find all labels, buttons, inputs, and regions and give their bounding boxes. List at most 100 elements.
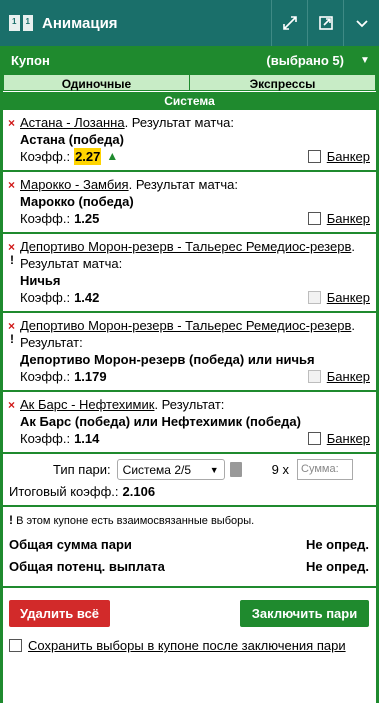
total-stake-label: Общая сумма пари	[9, 536, 132, 552]
expand-icon	[282, 16, 297, 30]
odds-value: 2.27	[74, 148, 102, 165]
selection-description: Ак Барс - Нефтехимик. Результат:	[20, 396, 370, 413]
banker-checkbox[interactable]	[307, 150, 321, 163]
total-stake-row: Общая сумма пари Не опред.	[9, 533, 369, 555]
place-bet-button[interactable]: Заключить пари	[240, 600, 369, 627]
selection-pick: Астана (победа)	[20, 132, 124, 147]
window-titlebar: 11 Анимация	[0, 0, 379, 46]
related-warning-icon: !	[10, 332, 14, 346]
banker-option[interactable]: Банкер	[307, 210, 370, 227]
banker-checkbox[interactable]	[307, 432, 321, 445]
selection-pick: Депортиво Морон-резерв (победа) или ничь…	[20, 352, 315, 367]
popout-icon	[318, 16, 333, 30]
odds-row: Коэфф.: 2.27 ▲ Банкер	[20, 148, 370, 165]
calculator-icon[interactable]	[229, 462, 242, 477]
selection-pick: Ничья	[20, 273, 61, 288]
total-odds-row: Итоговый коэфф.: 2.106	[3, 485, 376, 501]
selection-card: × Ак Барс - Нефтехимик. Результат: Ак Барс…	[3, 392, 376, 454]
selection-card: ×! Депортиво Морон-резерв - Тальерес Реме…	[3, 234, 376, 313]
selection-card: × Астана - Лозанна. Результат матча: Астан…	[3, 110, 376, 172]
odds-row: Коэфф.: 1.14 Банкер	[20, 430, 370, 447]
banker-label: Банкер	[326, 290, 370, 305]
banker-option: Банкер	[307, 289, 370, 306]
stake-input[interactable]: Сумма:	[297, 459, 353, 480]
keep-selections-checkbox[interactable]	[9, 639, 22, 652]
selection-description: Депортиво Морон-резерв - Тальерес Ремеди…	[20, 238, 370, 272]
event-link[interactable]: Астана - Лозанна	[20, 115, 125, 130]
selection-card: ×! Депортиво Морон-резерв - Тальерес Реме…	[3, 313, 376, 392]
market-name: . Результат матча:	[124, 115, 234, 130]
odds-row: Коэфф.: 1.179 Банкер	[20, 368, 370, 385]
bet-type-label: Тип пари:	[53, 462, 111, 477]
odds-label: Коэфф.:	[20, 369, 71, 384]
remove-selection-icon[interactable]: ×	[8, 177, 15, 194]
odds-label: Коэфф.:	[20, 290, 71, 305]
coupon-header[interactable]: Купон (выбрано 5) ▼	[3, 46, 376, 74]
selection-description: Марокко - Замбия. Результат матча:	[20, 176, 370, 193]
coupon-panel: Купон (выбрано 5) ▼ Одиночные Экспрессы …	[0, 46, 379, 703]
selection-description: Депортиво Морон-резерв - Тальерес Ремеди…	[20, 317, 370, 351]
coupon-title: Купон	[11, 52, 50, 68]
selection-card: × Марокко - Замбия. Результат матча: Марок…	[3, 172, 376, 234]
odds-label: Коэфф.:	[20, 211, 71, 226]
keep-selections-label[interactable]: Сохранить выборы в купоне после заключен…	[28, 637, 346, 654]
odds-value: 1.179	[74, 369, 107, 384]
banker-option[interactable]: Банкер	[307, 148, 370, 165]
selection-list: × Астана - Лозанна. Результат матча: Астан…	[3, 110, 376, 454]
total-stake-value: Не опред.	[305, 536, 369, 552]
tab-singles[interactable]: Одиночные	[3, 74, 190, 91]
potential-payout-label: Общая потенц. выплата	[9, 558, 165, 574]
banker-label[interactable]: Банкер	[327, 210, 370, 227]
banker-label[interactable]: Банкер	[327, 430, 370, 447]
banker-checkbox[interactable]	[307, 212, 321, 225]
banker-option: Банкер	[307, 368, 370, 385]
event-link[interactable]: Депортиво Морон-резерв - Тальерес Ремеди…	[20, 239, 351, 254]
banker-option[interactable]: Банкер	[307, 430, 370, 447]
related-selections-warning: ! В этом купоне есть взаимосвязанные выб…	[3, 507, 376, 533]
market-name: . Результат матча:	[128, 177, 239, 192]
keep-selections-option[interactable]: Сохранить выборы в купоне после заключен…	[3, 627, 376, 654]
total-odds-label: Итоговый коэфф.:	[9, 484, 119, 499]
odds-label: Коэфф.:	[20, 431, 71, 446]
bet-summary: Общая сумма пари Не опред. Общая потенц.…	[3, 533, 376, 577]
expand-button[interactable]	[271, 0, 307, 46]
remove-selection-icon[interactable]: ×	[8, 397, 15, 414]
app-logo-icon: 11	[8, 14, 34, 32]
odds-value: 1.14	[74, 431, 100, 446]
window-title: Анимация	[42, 14, 118, 32]
market-name: . Результат:	[154, 397, 225, 412]
event-link[interactable]: Депортиво Морон-резерв - Тальерес Ремеди…	[20, 318, 351, 333]
event-link[interactable]: Марокко - Замбия	[20, 177, 129, 192]
warning-text: В этом купоне есть взаимосвязанные выбор…	[16, 515, 255, 527]
tab-accumulators[interactable]: Экспрессы	[190, 74, 376, 91]
odds-up-icon: ▲	[106, 149, 119, 163]
caret-down-icon[interactable]: ▼	[354, 55, 376, 66]
delete-all-button[interactable]: Удалить всё	[9, 600, 110, 627]
chevron-down-icon	[355, 20, 368, 28]
tab-system[interactable]: Система	[3, 92, 376, 110]
banker-label: Банкер	[326, 369, 370, 384]
selection-description: Астана - Лозанна. Результат матча:	[20, 114, 370, 131]
event-link[interactable]: Ак Барс - Нефтехимик	[20, 397, 154, 412]
potential-payout-row: Общая потенц. выплата Не опред.	[9, 555, 369, 577]
odds-row: Коэфф.: 1.25 Банкер	[20, 210, 370, 227]
odds-row: Коэфф.: 1.42 Банкер	[20, 289, 370, 306]
selection-pick: Ак Барс (победа) или Нефтехимик (победа)	[20, 414, 301, 429]
bet-type-row: Тип пари: Система 2/5 ▼ 9 x Сумма:	[3, 454, 376, 485]
banker-checkbox	[307, 291, 321, 304]
collapse-button[interactable]	[343, 0, 379, 46]
remove-selection-icon[interactable]: ×	[8, 115, 15, 132]
bet-type-select[interactable]: Система 2/5 ▼	[116, 459, 225, 480]
banker-label[interactable]: Банкер	[327, 148, 370, 165]
coupon-actions: Удалить всё Заключить пари	[3, 588, 376, 627]
banker-checkbox	[307, 370, 321, 383]
popout-button[interactable]	[307, 0, 343, 46]
related-warning-icon: !	[10, 253, 14, 267]
warning-mark: !	[9, 513, 13, 527]
selection-pick: Марокко (победа)	[20, 194, 134, 209]
chevron-down-icon: ▼	[209, 464, 219, 475]
potential-payout-value: Не опред.	[305, 558, 369, 574]
bet-multiplier: 9 x	[271, 462, 289, 477]
bet-type-value: Система 2/5	[122, 462, 191, 477]
odds-value: 1.42	[74, 290, 100, 305]
